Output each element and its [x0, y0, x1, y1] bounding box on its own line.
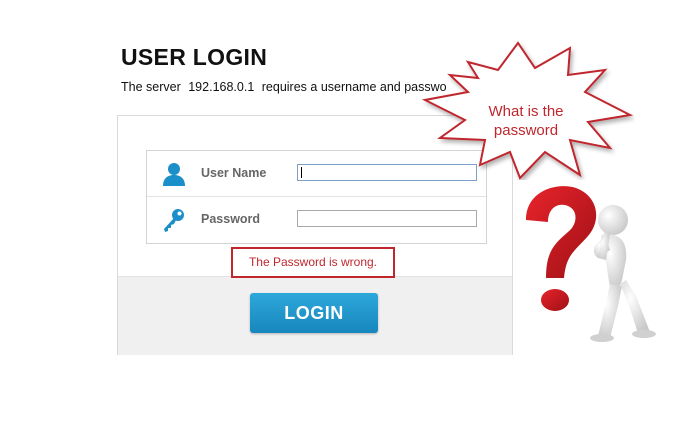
- password-row: Password: [147, 197, 486, 242]
- server-message: The server 192.168.0.1 requires a userna…: [121, 80, 447, 94]
- callout-text: What is the password: [470, 102, 582, 140]
- page-title: USER LOGIN: [121, 44, 268, 70]
- callout-line-1: What is the: [488, 103, 564, 120]
- question-mark-figure-icon: [526, 186, 656, 342]
- callout-line-2: password: [493, 122, 559, 139]
- key-icon: [164, 209, 184, 232]
- login-button[interactable]: LOGIN: [250, 293, 378, 333]
- password-label: Password: [201, 212, 261, 226]
- server-message-suffix: requires a username and passwo: [261, 80, 447, 94]
- text-caret: [301, 167, 302, 178]
- password-field[interactable]: [297, 210, 477, 227]
- error-message: The Password is wrong.: [231, 247, 395, 278]
- server-message-prefix: The server: [121, 80, 181, 94]
- user-icon: [163, 163, 185, 186]
- username-label: User Name: [201, 166, 267, 180]
- server-ip: 192.168.0.1: [188, 80, 255, 94]
